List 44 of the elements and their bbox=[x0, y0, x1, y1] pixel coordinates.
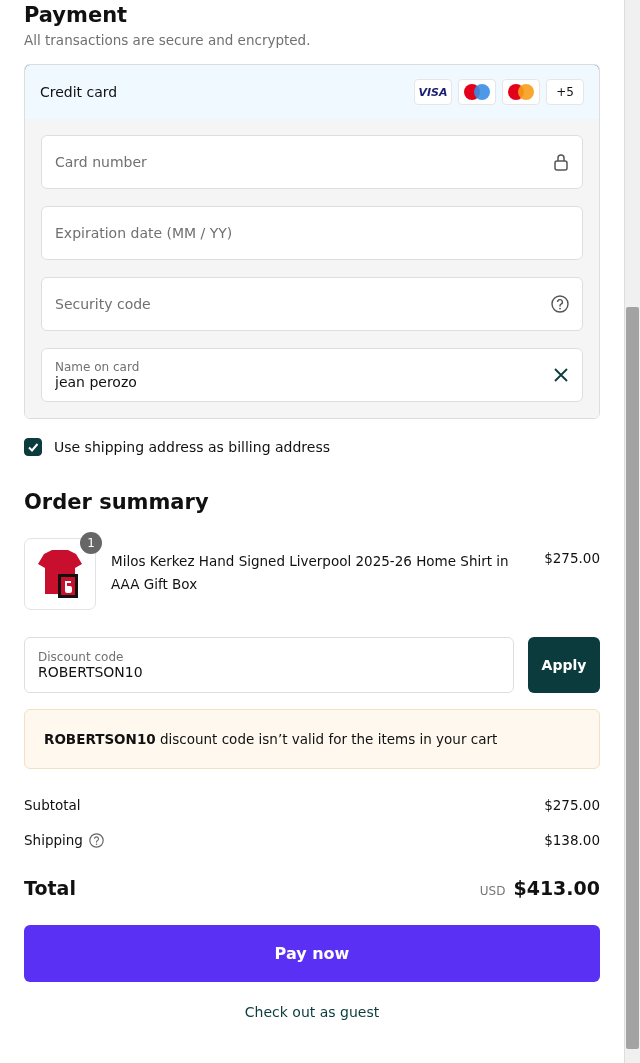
pay-now-button[interactable]: Pay now bbox=[24, 925, 600, 982]
checkbox-label: Use shipping address as billing address bbox=[54, 439, 330, 455]
card-brand-icon bbox=[462, 83, 492, 101]
section-heading: Payment bbox=[24, 2, 129, 28]
subtitle-text: All transactions are secure and encrypted. bbox=[24, 32, 312, 48]
input-field[interactable]: Security code bbox=[41, 277, 583, 331]
line-value: $138.00 bbox=[544, 832, 600, 848]
lock-icon bbox=[553, 153, 569, 171]
total-value: $413.00 bbox=[513, 877, 600, 899]
checkbox[interactable] bbox=[24, 438, 42, 456]
text-input[interactable]: Card number bbox=[55, 154, 553, 170]
discount-code-field[interactable]: Discount code ROBERTSON10 bbox=[24, 637, 514, 693]
text-input[interactable]: jean perozo bbox=[55, 374, 553, 390]
product-title: Milos Kerkez Hand Signed Liverpool 2025-26 Home Shirt in AAA Gift Box bbox=[111, 552, 510, 594]
line-label: Subtotal bbox=[24, 797, 81, 813]
input-field[interactable]: Expiration date (MM / YY) bbox=[41, 206, 583, 260]
input-field[interactable]: Name on card jean perozo bbox=[41, 348, 583, 402]
quantity-badge: 1 bbox=[80, 532, 102, 554]
scrollbar[interactable] bbox=[624, 0, 640, 1063]
text-input[interactable]: Expiration date (MM / YY) bbox=[55, 225, 569, 241]
payment-method-option[interactable]: Credit card VISA +5 bbox=[25, 65, 599, 120]
line-value: $275.00 bbox=[544, 797, 600, 813]
line-label: Shipping bbox=[24, 832, 83, 848]
field-label: Name on card bbox=[55, 360, 141, 374]
field-label: Discount code bbox=[38, 650, 125, 664]
text-input[interactable]: ROBERTSON10 bbox=[38, 664, 500, 680]
section-heading: Order summary bbox=[24, 490, 210, 514]
help-icon bbox=[551, 295, 569, 313]
product-price: $275.00 bbox=[544, 550, 600, 566]
check-icon bbox=[27, 441, 39, 453]
visa-logo: VISA bbox=[414, 79, 452, 105]
payment-method-label: Credit card bbox=[40, 84, 118, 100]
shirt-drawing bbox=[38, 548, 82, 600]
more-brands-count: +5 bbox=[546, 79, 584, 105]
card-brand-icon bbox=[506, 83, 536, 101]
apply-button[interactable]: Apply bbox=[528, 637, 600, 693]
text-input[interactable]: Security code bbox=[55, 296, 551, 312]
error-notice: ROBERTSON10 discount code isn’t valid for the items in your cart bbox=[24, 709, 600, 769]
guest-checkout-link[interactable]: Check out as guest bbox=[244, 1004, 380, 1020]
close-icon bbox=[553, 367, 569, 383]
help-icon bbox=[88, 832, 104, 848]
input-field[interactable]: Card number bbox=[41, 135, 583, 189]
currency-label: USD bbox=[479, 884, 506, 898]
total-label: Total bbox=[24, 877, 76, 899]
